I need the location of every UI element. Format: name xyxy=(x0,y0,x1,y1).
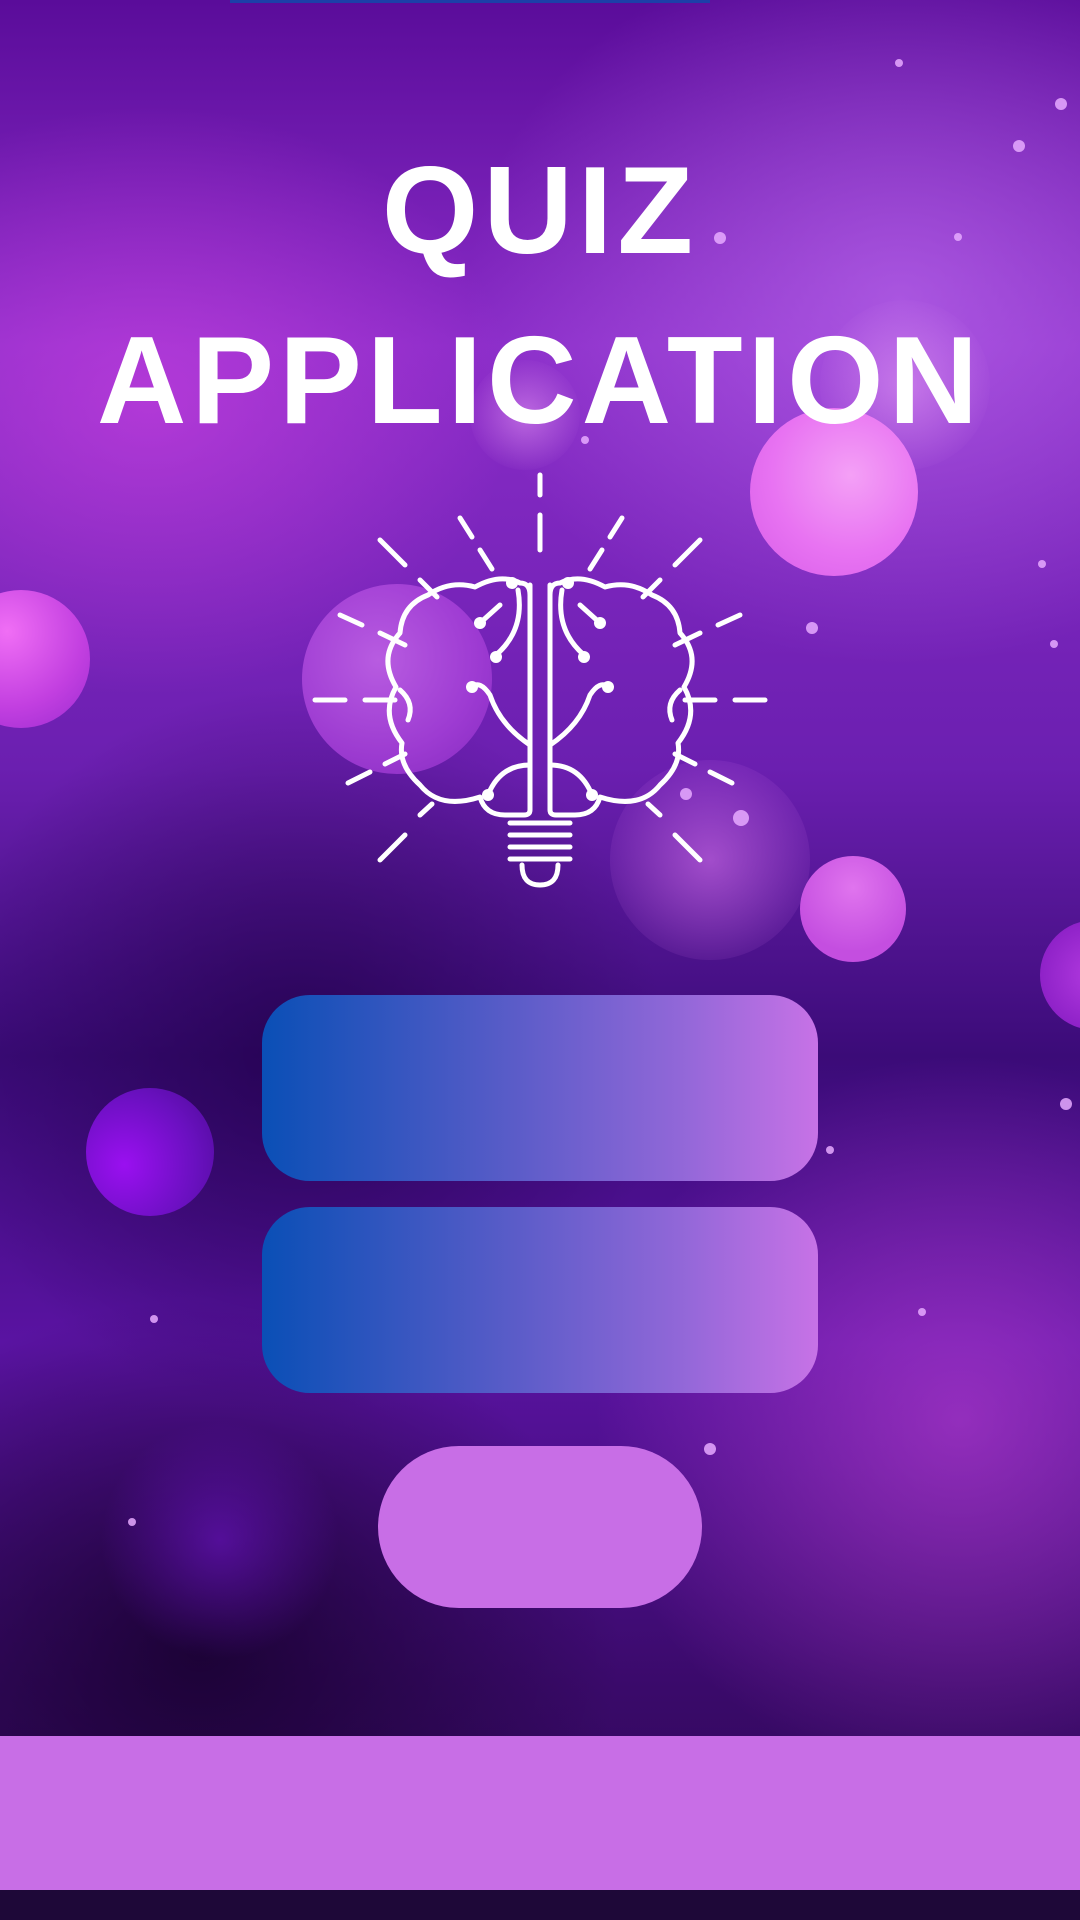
background-bokeh xyxy=(1040,920,1080,1030)
bottom-bar xyxy=(0,1736,1080,1890)
background-bokeh xyxy=(86,1088,214,1216)
app-title-line-1: QUIZ xyxy=(381,142,699,280)
background-sparkle xyxy=(150,1315,158,1323)
background-sparkle xyxy=(918,1308,926,1316)
background-bokeh xyxy=(100,1420,340,1660)
brain-lightbulb-icon xyxy=(312,472,768,888)
background-sparkle xyxy=(1055,98,1067,110)
app-title: QUIZ APPLICATION xyxy=(0,126,1080,466)
bottom-edge xyxy=(0,1890,1080,1920)
background-sparkle xyxy=(1060,1098,1072,1110)
background-bokeh xyxy=(0,590,90,728)
background-sparkle xyxy=(704,1443,716,1455)
background-sparkle xyxy=(1038,560,1046,568)
option-button-2[interactable] xyxy=(262,1207,818,1393)
background-bokeh xyxy=(800,856,906,962)
app-title-line-2: APPLICATION xyxy=(96,312,984,450)
background-sparkle xyxy=(1050,640,1058,648)
top-edge-strip xyxy=(230,0,710,3)
background-sparkle xyxy=(826,1146,834,1154)
start-button[interactable] xyxy=(378,1446,702,1608)
background-sparkle xyxy=(895,59,903,67)
background-sparkle xyxy=(128,1518,136,1526)
background-sparkle xyxy=(806,622,818,634)
option-button-1[interactable] xyxy=(262,995,818,1181)
quiz-home-screen: QUIZ APPLICATION xyxy=(0,0,1080,1920)
